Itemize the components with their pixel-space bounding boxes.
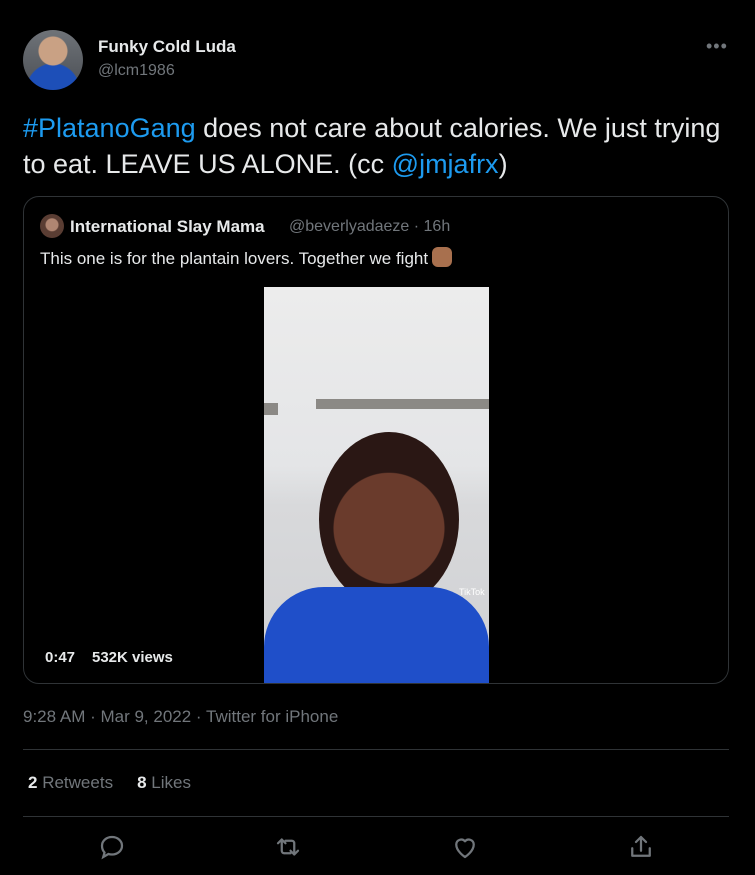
likes-label: Likes	[151, 773, 191, 792]
wall-shelf-left	[264, 403, 278, 415]
quoted-author-avatar	[40, 214, 64, 238]
author-display-name[interactable]: Funky Cold Luda	[98, 37, 236, 57]
author-handle[interactable]: @lcm1986	[98, 62, 175, 80]
mention-link[interactable]: @jmjafrx	[392, 149, 499, 179]
divider	[23, 816, 729, 817]
video-person-shirt	[264, 587, 489, 683]
quoted-tweet-text: This one is for the plantain lovers. Tog…	[40, 247, 453, 269]
video-views: 532K views	[92, 649, 173, 666]
reply-icon[interactable]	[97, 832, 127, 862]
quoted-author-name: International Slay Mama	[70, 217, 265, 236]
retweets-count: 2	[28, 773, 38, 792]
like-icon[interactable]	[450, 832, 480, 862]
share-icon[interactable]	[626, 832, 656, 862]
tweet-timestamp[interactable]: 9:28 AM · Mar 9, 2022 · Twitter for iPho…	[23, 707, 338, 727]
engagement-stats: 2 Retweets 8 Likes	[28, 773, 191, 793]
wall-shelf	[316, 399, 489, 409]
video-player[interactable]: TikTok	[264, 287, 489, 683]
retweets-stat[interactable]: 2 Retweets	[28, 773, 113, 792]
hashtag-link[interactable]: #PlatanoGang	[23, 113, 196, 143]
video-person	[319, 432, 459, 607]
retweet-icon[interactable]	[273, 832, 303, 862]
quoted-author-handle-time: @beverlyadaeze · 16h	[289, 218, 451, 235]
tweet-text: #PlatanoGang does not care about calorie…	[23, 110, 723, 182]
tiktok-watermark: TikTok	[459, 587, 485, 597]
quoted-text-body: This one is for the plantain lovers. Tog…	[40, 249, 429, 268]
raised-fist-emoji-icon	[432, 247, 453, 267]
more-options-icon[interactable]: •••	[706, 36, 728, 57]
retweets-label: Retweets	[42, 773, 114, 792]
likes-stat[interactable]: 8 Likes	[137, 773, 191, 792]
video-duration: 0:47	[45, 649, 76, 666]
quoted-tweet-card[interactable]: International Slay Mama @beverlyadaeze ·…	[23, 196, 729, 684]
likes-count: 8	[137, 773, 147, 792]
tweet-text-end: )	[498, 149, 508, 179]
divider	[23, 749, 729, 750]
author-avatar[interactable]	[23, 30, 83, 90]
